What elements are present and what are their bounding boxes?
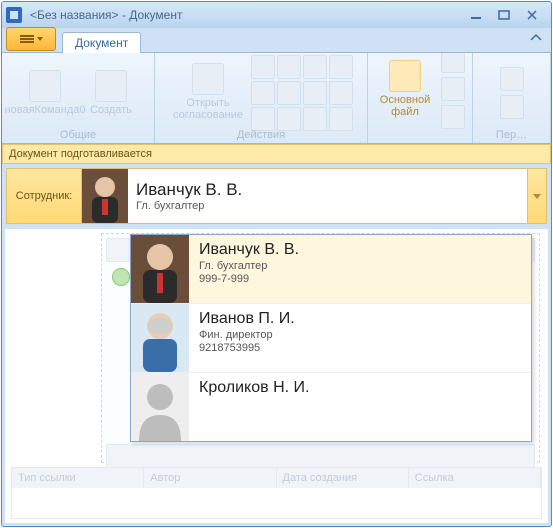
ribbon-mini-btn[interactable] <box>441 77 465 101</box>
ribbon-group-actions: Открыть согласование Действи <box>155 53 368 143</box>
employee-dropdown-button[interactable] <box>527 169 546 223</box>
ribbon-mini-btn[interactable] <box>441 52 465 73</box>
chevron-down-icon <box>533 194 541 199</box>
ribbon-mini-col <box>500 67 524 119</box>
file-icon <box>389 60 421 92</box>
ribbon-mini-btn[interactable] <box>277 107 301 131</box>
employee-photo <box>82 169 128 223</box>
dropdown-item-name: Иванчук В. В. <box>199 241 299 259</box>
status-dot-icon <box>112 268 130 286</box>
ribbon-mini-btn[interactable] <box>329 107 353 131</box>
ribbon-mini-btn[interactable] <box>251 81 275 105</box>
dropdown-item[interactable]: Иванчук В. В. Гл. бухгалтер 999-7-999 <box>131 235 531 304</box>
dropdown-item-phone: 9218753995 <box>199 342 295 354</box>
window-title: <Без названия> - Документ <box>26 8 463 22</box>
person-photo <box>131 235 189 303</box>
ribbon-btn-label: новаяКоманда0 <box>5 104 86 116</box>
dropdown-item-text: Кроликов Н. И. <box>189 373 319 441</box>
ribbon-btn-label: Открыть согласование <box>173 97 243 121</box>
dropdown-item-text: Иванчук В. В. Гл. бухгалтер 999-7-999 <box>189 235 309 303</box>
app-icon <box>6 7 22 23</box>
title-bar: <Без названия> - Документ <box>2 2 551 28</box>
ribbon-btn-create[interactable]: Создать <box>81 68 141 118</box>
ribbon-mini-btn[interactable] <box>303 81 327 105</box>
col-link[interactable]: Ссылка <box>409 468 541 488</box>
ribbon-group-label: Пер… <box>496 129 527 141</box>
ribbon-mini-btn[interactable] <box>329 81 353 105</box>
ribbon-mini-btn[interactable] <box>500 67 524 91</box>
ribbon-mini-btn[interactable] <box>277 81 301 105</box>
dropdown-item-name: Иванов П. И. <box>199 310 295 328</box>
links-table: Тип ссылки Автор Дата создания Ссылка <box>11 467 542 519</box>
ribbon-mini-btn[interactable] <box>329 55 353 79</box>
col-created[interactable]: Дата создания <box>277 468 409 488</box>
ribbon-group-rel: Пер… <box>473 53 551 143</box>
ribbon-group-general: новаяКоманда0 Создать Общие <box>2 53 155 143</box>
dropdown-item[interactable]: Кроликов Н. И. <box>131 373 531 441</box>
employee-selector[interactable]: Сотрудник: Иванчук В. В. Гл. бухгалтер <box>6 168 547 224</box>
status-bar: Документ подготавливается <box>2 144 551 164</box>
col-link-type[interactable]: Тип ссылки <box>12 468 144 488</box>
minimize-button[interactable] <box>467 7 485 23</box>
ribbon-mini-btn[interactable] <box>303 55 327 79</box>
employee-name: Иванчук В. В. <box>136 180 519 200</box>
ribbon-group-label: Действия <box>237 129 285 141</box>
employee-role: Гл. бухгалтер <box>136 200 519 212</box>
ribbon-btn-label: Основной файл <box>377 94 433 118</box>
window-controls <box>467 7 547 23</box>
ribbon-btn-main-file[interactable]: Основной файл <box>375 58 435 120</box>
ribbon-mini-buttons <box>251 55 351 129</box>
ribbon-group-main-file: Основной файл <box>368 53 473 143</box>
quick-access-button[interactable] <box>6 27 56 51</box>
ribbon-mini-btn[interactable] <box>251 55 275 79</box>
ribbon-group-label <box>418 129 421 141</box>
dropdown-item-role: Гл. бухгалтер <box>199 260 299 272</box>
employee-label: Сотрудник: <box>7 169 82 223</box>
ribbon-btn-open-approval[interactable]: Открыть согласование <box>171 61 245 123</box>
employee-dropdown-list[interactable]: Иванчук В. В. Гл. бухгалтер 999-7-999 Ив… <box>130 234 532 442</box>
dropdown-item-phone: 999-7-999 <box>199 273 299 285</box>
employee-text: Иванчук В. В. Гл. бухгалтер <box>128 169 527 223</box>
person-photo <box>131 304 189 372</box>
ribbon-mini-btn[interactable] <box>277 55 301 79</box>
ribbon-btn-new-command[interactable]: новаяКоманда0 <box>15 68 75 118</box>
placeholder-icon <box>95 70 127 102</box>
close-button[interactable] <box>523 7 541 23</box>
collapse-ribbon-button[interactable] <box>529 32 543 46</box>
maximize-button[interactable] <box>495 7 513 23</box>
dropdown-item-text: Иванов П. И. Фин. директор 9218753995 <box>189 304 305 372</box>
table-header: Тип ссылки Автор Дата создания Ссылка <box>12 468 541 488</box>
dropdown-item[interactable]: Иванов П. И. Фин. директор 9218753995 <box>131 304 531 373</box>
tab-document[interactable]: Документ <box>62 32 141 53</box>
ribbon-mini-btn[interactable] <box>500 95 524 119</box>
person-photo <box>131 373 189 441</box>
ghost-header <box>106 444 535 468</box>
ribbon-mini-btn[interactable] <box>303 107 327 131</box>
ribbon-btn-label: Создать <box>90 104 132 116</box>
dropdown-item-role: Фин. директор <box>199 329 295 341</box>
ribbon-group-label: Общие <box>60 129 96 141</box>
ribbon-mini-col <box>441 52 465 129</box>
placeholder-icon <box>29 70 61 102</box>
ribbon: новаяКоманда0 Создать Общие Открыть согл… <box>2 52 551 144</box>
dropdown-item-name: Кроликов Н. И. <box>199 379 309 397</box>
placeholder-icon <box>192 63 224 95</box>
col-author[interactable]: Автор <box>144 468 276 488</box>
ribbon-mini-btn[interactable] <box>441 105 465 129</box>
chevron-down-icon <box>37 37 43 41</box>
tab-strip: Документ <box>2 28 551 52</box>
ribbon-mini-btn[interactable] <box>251 107 275 131</box>
